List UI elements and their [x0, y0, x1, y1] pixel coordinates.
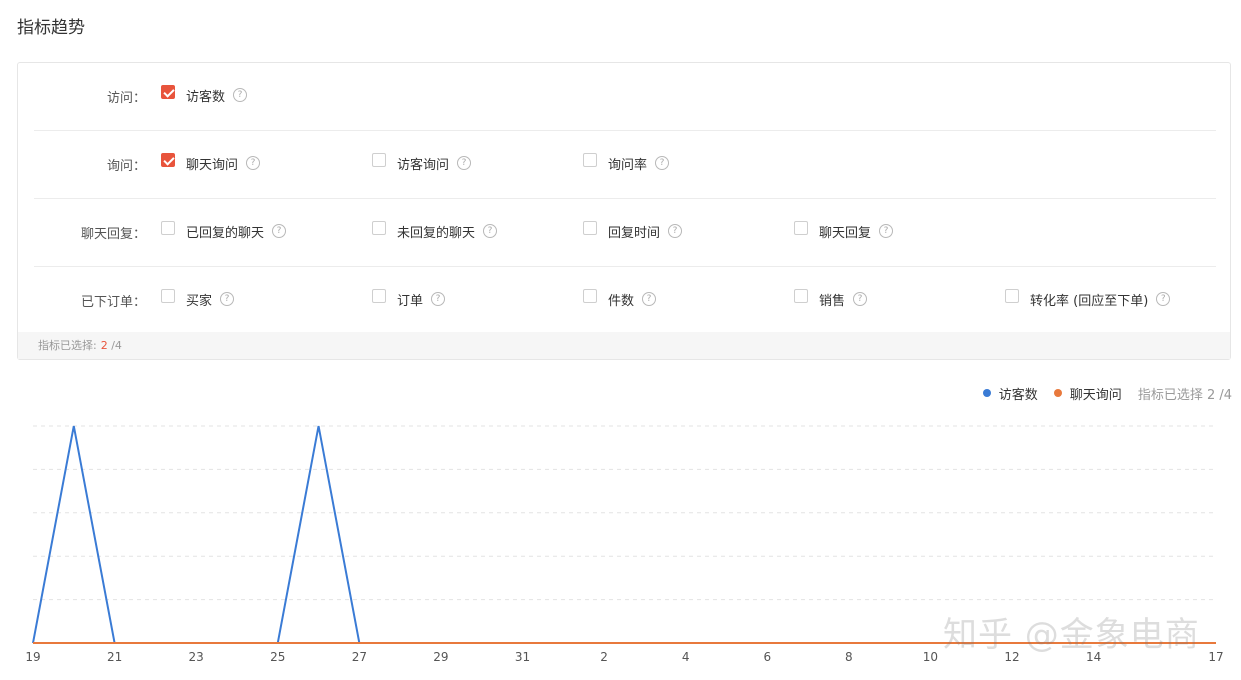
- metric-option[interactable]: 件数?: [583, 289, 657, 309]
- help-icon[interactable]: ?: [655, 156, 670, 170]
- metric-checkbox[interactable]: [161, 85, 175, 99]
- metric-checkbox[interactable]: [794, 221, 808, 235]
- help-icon[interactable]: ?: [1156, 292, 1171, 306]
- metric-checkbox[interactable]: [583, 221, 597, 235]
- metric-option-label: 买家: [186, 293, 213, 309]
- metric-option[interactable]: 访客数?: [161, 85, 248, 105]
- x-tick-label: 10: [923, 650, 938, 664]
- series-color-dot: [982, 389, 991, 397]
- metric-option[interactable]: 已回复的聊天?: [161, 221, 287, 241]
- metric-checkbox[interactable]: [161, 153, 175, 167]
- metric-option[interactable]: 转化率 (回应至下单)?: [1005, 289, 1171, 309]
- x-tick-label: 8: [845, 650, 853, 664]
- metric-row-label: 已下订单：: [80, 295, 146, 310]
- metric-option-label: 访客询问: [397, 157, 450, 173]
- help-icon[interactable]: ?: [668, 224, 683, 238]
- metric-row: 聊天回复： 已回复的聊天? 未回复的聊天? 回复时间? 聊天回复?: [34, 199, 1216, 267]
- metric-option-label: 回复时间: [608, 225, 661, 241]
- metric-option-label: 访客数: [186, 89, 226, 105]
- metric-option-label: 已回复的聊天: [186, 225, 265, 241]
- help-icon[interactable]: ?: [483, 224, 498, 238]
- metric-row: 询问： 聊天询问? 访客询问? 询问率?: [34, 131, 1216, 199]
- metric-option-label: 转化率 (回应至下单): [1030, 293, 1149, 309]
- series-color-dot: [1053, 389, 1062, 397]
- metric-checkbox[interactable]: [583, 153, 597, 167]
- x-tick-label: 31: [515, 650, 530, 664]
- page-title: 指标趋势: [17, 18, 85, 38]
- metric-row: 访问： 访客数?: [34, 63, 1216, 131]
- selection-summary: 指标已选择: 2 /4: [18, 332, 1230, 359]
- metric-checkbox[interactable]: [161, 221, 175, 235]
- metric-option[interactable]: 访客询问?: [372, 153, 472, 173]
- metric-option[interactable]: 订单?: [372, 289, 446, 309]
- help-icon[interactable]: ?: [457, 156, 472, 170]
- metric-option-label: 聊天询问: [186, 157, 239, 173]
- x-tick-label: 25: [270, 650, 285, 664]
- x-tick-label: 29: [433, 650, 448, 664]
- help-icon[interactable]: ?: [642, 292, 657, 306]
- metric-checkbox[interactable]: [372, 289, 386, 303]
- metric-option[interactable]: 未回复的聊天?: [372, 221, 498, 241]
- x-tick-label: 23: [189, 650, 204, 664]
- metric-row: 已下订单： 买家? 订单? 件数? 销售? 转化率 (回应至下单)?: [34, 267, 1216, 335]
- x-tick-label: 2: [600, 650, 608, 664]
- metric-option[interactable]: 销售?: [794, 289, 868, 309]
- metric-option-label: 件数: [608, 293, 635, 309]
- metric-checkbox[interactable]: [794, 289, 808, 303]
- metric-option-label: 订单: [397, 293, 424, 309]
- x-tick-label: 27: [352, 650, 367, 664]
- metric-option[interactable]: 询问率?: [583, 153, 670, 173]
- watermark: 知乎 @金象电商: [943, 615, 1200, 655]
- metric-row-label: 聊天回复：: [80, 227, 146, 242]
- metric-checkbox[interactable]: [1005, 289, 1019, 303]
- help-icon[interactable]: ?: [853, 292, 868, 306]
- selection-count: 2: [100, 339, 108, 352]
- help-icon[interactable]: ?: [272, 224, 287, 238]
- metric-option[interactable]: 聊天询问?: [161, 153, 261, 173]
- help-icon[interactable]: ?: [246, 156, 261, 170]
- selection-total: /4: [111, 339, 122, 352]
- help-icon[interactable]: ?: [233, 88, 248, 102]
- metric-row-label: 访问：: [106, 91, 146, 106]
- x-tick-label: 4: [682, 650, 690, 664]
- selection-summary-label: 指标已选择:: [38, 339, 97, 352]
- metric-row-label: 询问：: [106, 159, 146, 174]
- x-tick-label: 19: [25, 650, 40, 664]
- x-tick-label: 6: [763, 650, 771, 664]
- help-icon[interactable]: ?: [879, 224, 894, 238]
- x-tick-label: 17: [1208, 650, 1223, 664]
- metric-option-label: 销售: [819, 293, 846, 309]
- metric-option[interactable]: 聊天回复?: [794, 221, 894, 241]
- help-icon[interactable]: ?: [220, 292, 235, 306]
- metric-checkbox[interactable]: [161, 289, 175, 303]
- metric-checkbox[interactable]: [372, 153, 386, 167]
- help-icon[interactable]: ?: [431, 292, 446, 306]
- metric-selector-panel: 访问： 访客数? 询问： 聊天询问? 访客询问? 询问率? 聊天回复： 已回复的聊天? 未回复的…: [17, 62, 1231, 360]
- metric-option[interactable]: 买家?: [161, 289, 235, 309]
- metric-checkbox[interactable]: [372, 221, 386, 235]
- x-tick-label: 21: [107, 650, 122, 664]
- metric-checkbox[interactable]: [583, 289, 597, 303]
- metric-option-label: 未回复的聊天: [397, 225, 476, 241]
- metric-option-label: 聊天回复: [819, 225, 872, 241]
- metric-option[interactable]: 回复时间?: [583, 221, 683, 241]
- metric-option-label: 询问率: [608, 157, 648, 173]
